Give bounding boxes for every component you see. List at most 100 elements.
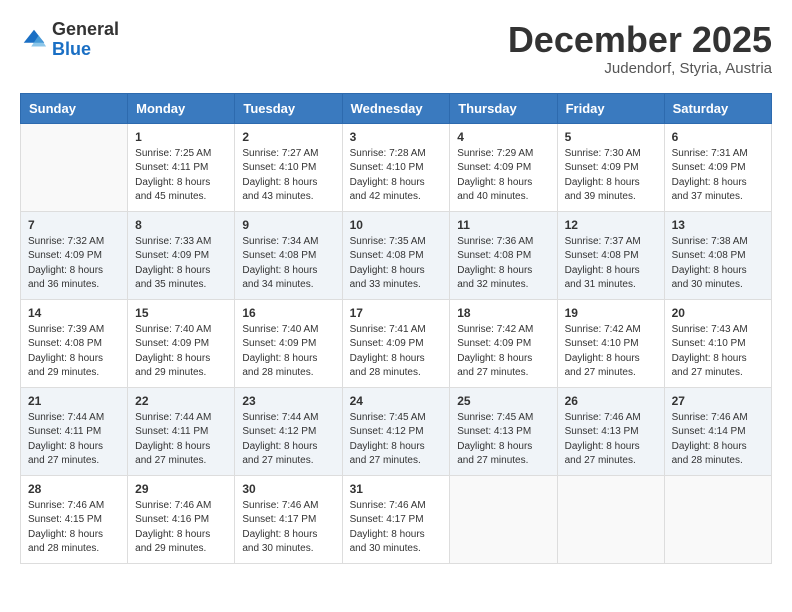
day-number: 3 <box>350 130 443 144</box>
day-number: 18 <box>457 306 549 320</box>
page-header: General Blue December 2025 Judendorf, St… <box>20 20 772 77</box>
day-number: 27 <box>672 394 764 408</box>
calendar-cell: 7Sunrise: 7:32 AMSunset: 4:09 PMDaylight… <box>21 211 128 299</box>
day-number: 13 <box>672 218 764 232</box>
day-number: 9 <box>242 218 334 232</box>
day-info: Sunrise: 7:44 AMSunset: 4:12 PMDaylight:… <box>242 411 334 469</box>
calendar-cell: 22 Sunrise: 7:44 AMSunset: 4:11 PMDayligh… <box>128 387 235 475</box>
calendar-cell: 25Sunrise: 7:45 AMSunset: 4:13 PMDayligh… <box>450 387 557 475</box>
day-info: Sunrise: 7:46 AMSunset: 4:16 PMDaylight:… <box>135 499 227 557</box>
calendar-cell: 14 Sunrise: 7:39 AMSunset: 4:08 PMDayligh… <box>21 299 128 387</box>
calendar-cell: 27 Sunrise: 7:46 AMSunset: 4:14 PMDayligh… <box>664 387 771 475</box>
day-number: 6 <box>672 130 764 144</box>
day-number: 2 <box>242 130 334 144</box>
day-info: Sunrise: 7:42 AMSunset: 4:09 PMDaylight:… <box>457 323 549 381</box>
day-number: 8 <box>135 218 227 232</box>
day-number: 22 <box>135 394 227 408</box>
day-info: Sunrise: 7:44 AMSunset: 4:11 PMDaylight:… <box>28 411 120 469</box>
day-number: 4 <box>457 130 549 144</box>
day-number: 21 <box>28 394 120 408</box>
calendar-cell: 16 Sunrise: 7:40 AMSunset: 4:09 PMDayligh… <box>235 299 342 387</box>
day-number: 11 <box>457 218 549 232</box>
day-number: 1 <box>135 130 227 144</box>
day-info: Sunrise: 7:32 AMSunset: 4:09 PMDaylight:… <box>28 235 120 293</box>
calendar-cell: 31 Sunrise: 7:46 AMSunset: 4:17 PMDayligh… <box>342 475 450 563</box>
day-info: Sunrise: 7:27 AMSunset: 4:10 PMDaylight:… <box>242 147 334 205</box>
day-number: 19 <box>565 306 657 320</box>
logo-icon <box>20 26 48 54</box>
calendar-cell: 28 Sunrise: 7:46 AMSunset: 4:15 PMDayligh… <box>21 475 128 563</box>
day-number: 23 <box>242 394 334 408</box>
day-number: 12 <box>565 218 657 232</box>
header-day-tuesday: Tuesday <box>235 93 342 123</box>
calendar-cell <box>664 475 771 563</box>
day-number: 16 <box>242 306 334 320</box>
day-info: Sunrise: 7:29 AMSunset: 4:09 PMDaylight:… <box>457 147 549 205</box>
day-info: Sunrise: 7:25 AMSunset: 4:11 PMDaylight:… <box>135 147 227 205</box>
calendar-cell: 1 Sunrise: 7:25 AMSunset: 4:11 PMDaylight… <box>128 123 235 211</box>
day-info: Sunrise: 7:34 AMSunset: 4:08 PMDaylight:… <box>242 235 334 293</box>
day-number: 17 <box>350 306 443 320</box>
day-number: 30 <box>242 482 334 496</box>
header-day-wednesday: Wednesday <box>342 93 450 123</box>
calendar-cell <box>450 475 557 563</box>
day-info: Sunrise: 7:46 AMSunset: 4:15 PMDaylight:… <box>28 499 120 557</box>
day-info: Sunrise: 7:46 AMSunset: 4:13 PMDaylight:… <box>565 411 657 469</box>
day-info: Sunrise: 7:40 AMSunset: 4:09 PMDaylight:… <box>242 323 334 381</box>
day-number: 26 <box>565 394 657 408</box>
calendar-cell: 9 Sunrise: 7:34 AMSunset: 4:08 PMDaylight… <box>235 211 342 299</box>
day-info: Sunrise: 7:42 AMSunset: 4:10 PMDaylight:… <box>565 323 657 381</box>
logo-text: General Blue <box>52 20 119 60</box>
calendar-cell: 19 Sunrise: 7:42 AMSunset: 4:10 PMDayligh… <box>557 299 664 387</box>
calendar-week-row: 21 Sunrise: 7:44 AMSunset: 4:11 PMDayligh… <box>21 387 772 475</box>
calendar-cell: 17Sunrise: 7:41 AMSunset: 4:09 PMDayligh… <box>342 299 450 387</box>
calendar-cell: 13 Sunrise: 7:38 AMSunset: 4:08 PMDayligh… <box>664 211 771 299</box>
day-info: Sunrise: 7:31 AMSunset: 4:09 PMDaylight:… <box>672 147 764 205</box>
day-info: Sunrise: 7:46 AMSunset: 4:14 PMDaylight:… <box>672 411 764 469</box>
calendar-cell: 15Sunrise: 7:40 AMSunset: 4:09 PMDayligh… <box>128 299 235 387</box>
day-number: 10 <box>350 218 443 232</box>
location-subtitle: Judendorf, Styria, Austria <box>508 60 772 77</box>
calendar-cell: 11Sunrise: 7:36 AMSunset: 4:08 PMDayligh… <box>450 211 557 299</box>
day-info: Sunrise: 7:44 AMSunset: 4:11 PMDaylight:… <box>135 411 227 469</box>
day-info: Sunrise: 7:45 AMSunset: 4:13 PMDaylight:… <box>457 411 549 469</box>
day-number: 15 <box>135 306 227 320</box>
calendar-cell: 2 Sunrise: 7:27 AMSunset: 4:10 PMDaylight… <box>235 123 342 211</box>
calendar-cell: 21 Sunrise: 7:44 AMSunset: 4:11 PMDayligh… <box>21 387 128 475</box>
calendar-cell: 12 Sunrise: 7:37 AMSunset: 4:08 PMDayligh… <box>557 211 664 299</box>
calendar-week-row: 28 Sunrise: 7:46 AMSunset: 4:15 PMDayligh… <box>21 475 772 563</box>
day-info: Sunrise: 7:35 AMSunset: 4:08 PMDaylight:… <box>350 235 443 293</box>
day-number: 20 <box>672 306 764 320</box>
calendar-cell <box>557 475 664 563</box>
calendar-cell <box>21 123 128 211</box>
day-info: Sunrise: 7:46 AMSunset: 4:17 PMDaylight:… <box>350 499 443 557</box>
header-day-saturday: Saturday <box>664 93 771 123</box>
day-number: 28 <box>28 482 120 496</box>
day-info: Sunrise: 7:45 AMSunset: 4:12 PMDaylight:… <box>350 411 443 469</box>
day-number: 14 <box>28 306 120 320</box>
day-info: Sunrise: 7:38 AMSunset: 4:08 PMDaylight:… <box>672 235 764 293</box>
calendar-cell: 23 Sunrise: 7:44 AMSunset: 4:12 PMDayligh… <box>235 387 342 475</box>
calendar-cell: 24 Sunrise: 7:45 AMSunset: 4:12 PMDayligh… <box>342 387 450 475</box>
day-number: 31 <box>350 482 443 496</box>
logo: General Blue <box>20 20 119 60</box>
calendar-header-row: SundayMondayTuesdayWednesdayThursdayFrid… <box>21 93 772 123</box>
day-number: 29 <box>135 482 227 496</box>
calendar-cell: 8 Sunrise: 7:33 AMSunset: 4:09 PMDaylight… <box>128 211 235 299</box>
header-day-monday: Monday <box>128 93 235 123</box>
calendar-table: SundayMondayTuesdayWednesdayThursdayFrid… <box>20 93 772 564</box>
day-info: Sunrise: 7:39 AMSunset: 4:08 PMDaylight:… <box>28 323 120 381</box>
month-title: December 2025 <box>508 20 772 60</box>
day-info: Sunrise: 7:46 AMSunset: 4:17 PMDaylight:… <box>242 499 334 557</box>
day-number: 24 <box>350 394 443 408</box>
calendar-week-row: 14 Sunrise: 7:39 AMSunset: 4:08 PMDayligh… <box>21 299 772 387</box>
day-info: Sunrise: 7:33 AMSunset: 4:09 PMDaylight:… <box>135 235 227 293</box>
header-day-thursday: Thursday <box>450 93 557 123</box>
day-number: 5 <box>565 130 657 144</box>
day-info: Sunrise: 7:43 AMSunset: 4:10 PMDaylight:… <box>672 323 764 381</box>
calendar-cell: 10 Sunrise: 7:35 AMSunset: 4:08 PMDayligh… <box>342 211 450 299</box>
calendar-cell: 26 Sunrise: 7:46 AMSunset: 4:13 PMDayligh… <box>557 387 664 475</box>
calendar-week-row: 7Sunrise: 7:32 AMSunset: 4:09 PMDaylight… <box>21 211 772 299</box>
day-info: Sunrise: 7:37 AMSunset: 4:08 PMDaylight:… <box>565 235 657 293</box>
calendar-cell: 18 Sunrise: 7:42 AMSunset: 4:09 PMDayligh… <box>450 299 557 387</box>
